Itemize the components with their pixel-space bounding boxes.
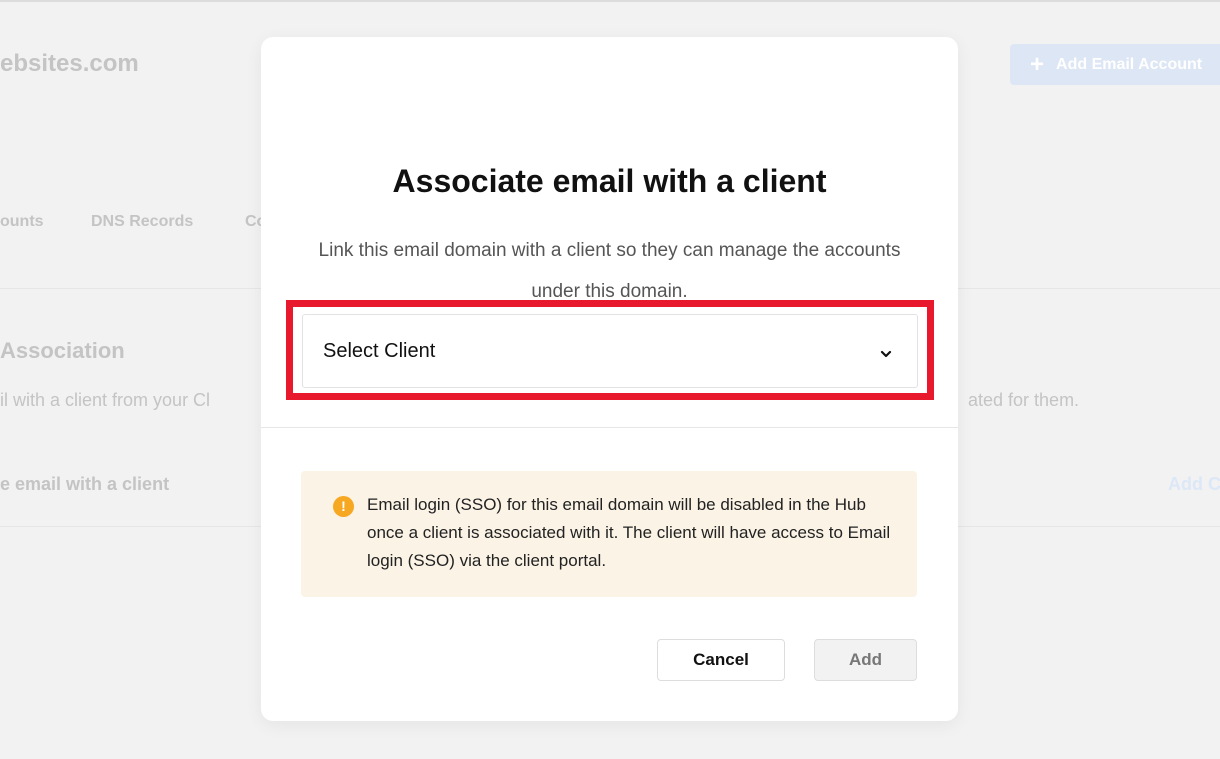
section-description-left: il with a client from your Cl bbox=[0, 390, 211, 410]
section-description-right: ated for them. bbox=[968, 390, 1080, 410]
select-client-value: Select Client bbox=[323, 339, 436, 362]
modal-divider bbox=[261, 427, 958, 428]
add-client-link[interactable]: Add C bbox=[1168, 474, 1220, 495]
chevron-down-icon bbox=[879, 346, 893, 358]
select-client-dropdown[interactable]: Select Client bbox=[302, 314, 918, 388]
add-button[interactable]: Add bbox=[814, 639, 917, 681]
tab-accounts[interactable]: ounts bbox=[0, 213, 44, 231]
add-email-account-label: Add Email Account bbox=[1056, 55, 1203, 73]
top-divider bbox=[0, 0, 1220, 2]
domain-title: ebsites.com bbox=[0, 50, 139, 77]
section-title: Association bbox=[0, 338, 125, 363]
associate-row-label: e email with a client bbox=[0, 474, 170, 494]
add-email-account-button[interactable]: + Add Email Account bbox=[1010, 44, 1220, 85]
cancel-button[interactable]: Cancel bbox=[657, 639, 785, 681]
tab-dns-records[interactable]: DNS Records bbox=[91, 213, 193, 231]
plus-icon: + bbox=[1030, 50, 1045, 78]
sso-warning-text: Email login (SSO) for this email domain … bbox=[367, 495, 891, 570]
warning-icon: ! bbox=[333, 496, 354, 517]
modal-title: Associate email with a client bbox=[392, 163, 827, 199]
